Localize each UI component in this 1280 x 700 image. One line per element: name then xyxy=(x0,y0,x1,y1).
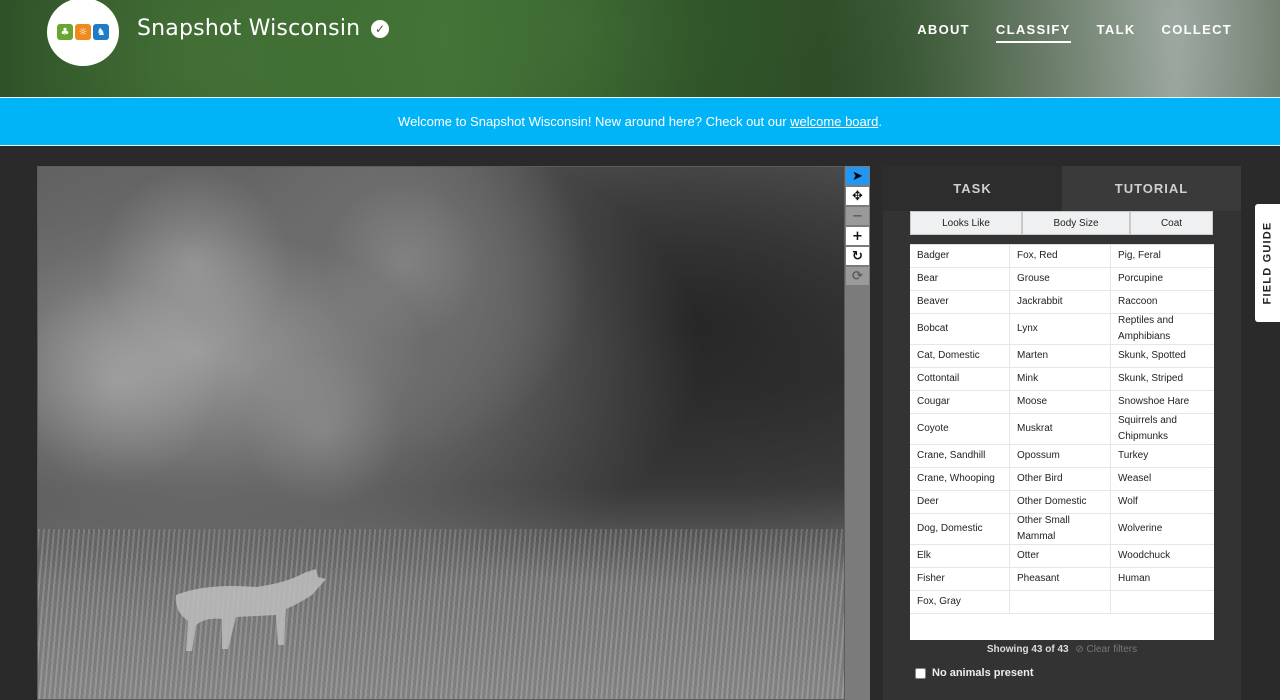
species-item[interactable]: Bear xyxy=(910,268,1010,291)
species-item[interactable]: Moose xyxy=(1010,391,1111,414)
nav-classify[interactable]: CLASSIFY xyxy=(995,22,1071,43)
viewer-toolbar: ➤ ✥ − + ↻ ⟳ xyxy=(845,166,870,700)
species-list: Badger Fox, Red Pig, Feral Bear Grouse Porcup… xyxy=(910,244,1214,640)
pointer-icon[interactable]: ➤ xyxy=(846,167,869,185)
move-icon[interactable]: ✥ xyxy=(846,187,869,205)
species-item[interactable]: Fisher xyxy=(910,568,1010,591)
species-item[interactable]: Lynx xyxy=(1010,314,1111,345)
filter-looks-like[interactable]: Looks Like xyxy=(910,211,1022,235)
grass-area xyxy=(38,529,844,699)
species-item[interactable]: Opossum xyxy=(1010,445,1111,468)
welcome-banner: Welcome to Snapshot Wisconsin! New aroun… xyxy=(0,97,1280,146)
species-empty-cell xyxy=(1010,591,1111,614)
species-item[interactable]: Wolf xyxy=(1111,491,1214,514)
zoom-in-icon[interactable]: + xyxy=(846,227,869,245)
tab-task[interactable]: TASK xyxy=(883,166,1062,211)
species-item[interactable]: Grouse xyxy=(1010,268,1111,291)
rotate-icon[interactable]: ↻ xyxy=(846,247,869,265)
welcome-board-link[interactable]: welcome board xyxy=(790,114,878,129)
subject-image[interactable] xyxy=(37,166,845,700)
species-item[interactable]: Fox, Red xyxy=(1010,245,1111,268)
nav-about[interactable]: ABOUT xyxy=(917,22,970,43)
species-count: Showing 43 of 43 ⊘ Clear filters xyxy=(883,644,1241,655)
species-item[interactable]: Badger xyxy=(910,245,1010,268)
species-item[interactable]: Bobcat xyxy=(910,314,1010,345)
species-item[interactable]: Skunk, Striped xyxy=(1111,368,1214,391)
species-item[interactable]: Snowshoe Hare xyxy=(1111,391,1214,414)
species-item[interactable]: Skunk, Spotted xyxy=(1111,345,1214,368)
site-header: ♣ ☼ ♞ Snapshot Wisconsin ✓ ABOUT CLASSIF… xyxy=(0,0,1280,97)
species-item[interactable]: Cat, Domestic xyxy=(910,345,1010,368)
species-item[interactable]: Porcupine xyxy=(1111,268,1214,291)
filter-body-size[interactable]: Body Size xyxy=(1022,211,1130,235)
species-item[interactable]: Coyote xyxy=(910,414,1010,445)
project-title[interactable]: Snapshot Wisconsin xyxy=(137,16,360,41)
species-item[interactable]: Otter xyxy=(1010,545,1111,568)
species-item[interactable]: Deer xyxy=(910,491,1010,514)
species-item[interactable]: Muskrat xyxy=(1010,414,1111,445)
filter-bar: Looks Like Body Size Coat xyxy=(910,211,1213,235)
project-logo[interactable]: ♣ ☼ ♞ xyxy=(47,0,119,66)
species-item[interactable]: Marten xyxy=(1010,345,1111,368)
banner-text: Welcome to Snapshot Wisconsin! New aroun… xyxy=(398,114,791,129)
species-item[interactable]: Wolverine xyxy=(1111,514,1214,545)
species-item[interactable]: Crane, Sandhill xyxy=(910,445,1010,468)
field-guide-tab[interactable]: FIELD GUIDE xyxy=(1255,204,1280,322)
no-animals-label: No animals present xyxy=(932,667,1034,679)
species-item[interactable]: Cottontail xyxy=(910,368,1010,391)
species-item[interactable]: Woodchuck xyxy=(1111,545,1214,568)
field-guide-label: FIELD GUIDE xyxy=(1261,221,1274,305)
deer-figure xyxy=(175,569,326,651)
no-animals-checkbox[interactable] xyxy=(915,667,926,679)
banner-suffix: . xyxy=(878,114,882,129)
species-grid: Badger Fox, Red Pig, Feral Bear Grouse Porcup… xyxy=(910,245,1214,614)
tab-tutorial[interactable]: TUTORIAL xyxy=(1062,166,1241,211)
species-item[interactable]: Other Small Mammal xyxy=(1010,514,1111,545)
sun-icon: ☼ xyxy=(75,24,91,40)
species-item[interactable]: Weasel xyxy=(1111,468,1214,491)
zoom-out-icon[interactable]: − xyxy=(846,207,869,225)
species-item[interactable]: Elk xyxy=(910,545,1010,568)
species-item[interactable]: Squirrels and Chipmunks xyxy=(1111,414,1214,445)
species-item[interactable]: Turkey xyxy=(1111,445,1214,468)
nav-collect[interactable]: COLLECT xyxy=(1162,22,1232,43)
panel-tabs: TASK TUTORIAL xyxy=(883,166,1241,211)
task-panel: TASK TUTORIAL Looks Like Body Size Coat … xyxy=(883,166,1241,700)
clear-filters-label: Clear filters xyxy=(1086,644,1138,655)
species-item[interactable]: Reptiles and Amphibians xyxy=(1111,314,1214,345)
project-nav: ABOUT CLASSIFY TALK COLLECT xyxy=(917,22,1232,43)
species-item[interactable]: Mink xyxy=(1010,368,1111,391)
species-empty-cell xyxy=(1111,591,1214,614)
reset-icon[interactable]: ⟳ xyxy=(846,267,869,285)
species-item[interactable]: Fox, Gray xyxy=(910,591,1010,614)
verified-badge-icon: ✓ xyxy=(371,20,389,38)
species-item[interactable]: Cougar xyxy=(910,391,1010,414)
species-item[interactable]: Human xyxy=(1111,568,1214,591)
nav-talk[interactable]: TALK xyxy=(1097,22,1136,43)
species-item[interactable]: Pheasant xyxy=(1010,568,1111,591)
species-item[interactable]: Raccoon xyxy=(1111,291,1214,314)
no-animals-option[interactable]: No animals present xyxy=(915,667,1033,679)
animal-icon: ♞ xyxy=(93,24,109,40)
species-item[interactable]: Other Domestic xyxy=(1010,491,1111,514)
clear-filters-button[interactable]: ⊘ Clear filters xyxy=(1075,644,1137,655)
tree-icon: ♣ xyxy=(57,24,73,40)
species-item[interactable]: Pig, Feral xyxy=(1111,245,1214,268)
species-item[interactable]: Other Bird xyxy=(1010,468,1111,491)
species-item[interactable]: Beaver xyxy=(910,291,1010,314)
species-item[interactable]: Jackrabbit xyxy=(1010,291,1111,314)
species-item[interactable]: Dog, Domestic xyxy=(910,514,1010,545)
count-text: Showing 43 of 43 xyxy=(986,644,1069,655)
filter-coat[interactable]: Coat xyxy=(1130,211,1213,235)
species-item[interactable]: Crane, Whooping xyxy=(910,468,1010,491)
